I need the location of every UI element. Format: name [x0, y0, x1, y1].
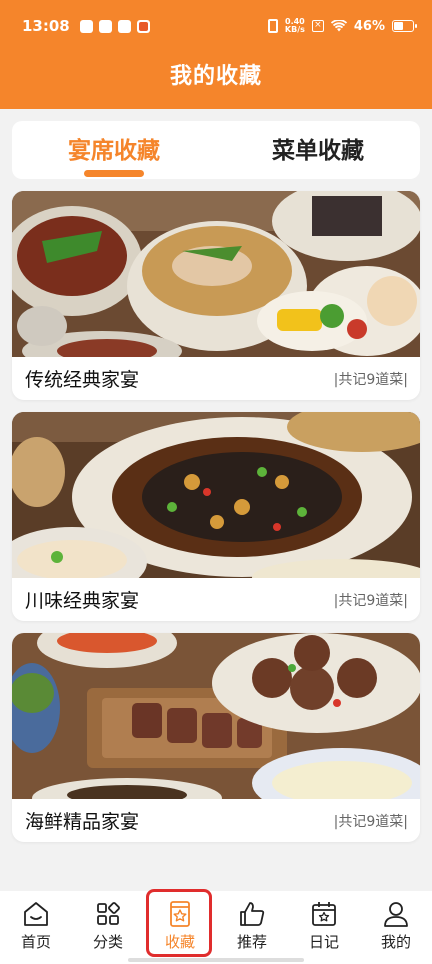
active-nav-highlight — [146, 889, 212, 957]
home-icon — [24, 902, 48, 926]
nav-profile[interactable]: 我的 — [360, 891, 432, 964]
banquet-photo — [12, 412, 420, 578]
bottom-navigation: 首页 分类 收藏 推荐 日记 我的 — [0, 891, 432, 964]
tab-menu-favorites[interactable]: 菜单收藏 — [216, 121, 420, 179]
nav-diary[interactable]: 日记 — [288, 891, 360, 964]
nav-profile-label: 我的 — [380, 933, 411, 951]
banquet-title: 海鲜精品家宴 — [25, 811, 140, 833]
user-icon — [384, 902, 408, 927]
active-tab-indicator — [84, 170, 144, 177]
grid-icon — [97, 902, 120, 925]
nav-category[interactable]: 分类 — [72, 891, 144, 964]
banquet-photo — [12, 633, 420, 799]
card-footer: 传统经典家宴 |共记9道菜| — [12, 357, 420, 400]
nav-recommend-label: 推荐 — [236, 933, 267, 951]
network-speed-unit: KB/s — [284, 25, 305, 34]
tab-banquet-favorites[interactable]: 宴席收藏 — [12, 121, 216, 179]
app-header: 13:08 0.40 KB/s × 46% 我的收藏 — [0, 0, 432, 109]
page-title: 我的收藏 — [169, 64, 262, 89]
nav-category-label: 分类 — [92, 933, 123, 951]
banquet-card-traditional[interactable]: 传统经典家宴 |共记9道菜| — [12, 191, 420, 400]
network-speed: 0.40 KB/s — [285, 18, 305, 34]
banquet-title: 传统经典家宴 — [25, 369, 140, 391]
dish-count: |共记9道菜| — [333, 592, 408, 609]
app-notification-icon — [98, 19, 112, 33]
home-indicator — [128, 958, 304, 962]
status-bar: 13:08 0.40 KB/s × 46% — [0, 0, 432, 52]
tab-banquet-favorites-label: 宴席收藏 — [68, 138, 160, 164]
tab-menu-favorites-label: 菜单收藏 — [272, 138, 364, 164]
status-time: 13:08 — [22, 17, 70, 35]
card-footer: 海鲜精品家宴 |共记9道菜| — [12, 799, 420, 842]
dish-count: |共记9道菜| — [333, 371, 408, 388]
media-notification-icon — [79, 19, 93, 33]
thumbs-up-icon — [240, 902, 265, 926]
battery-icon — [392, 20, 417, 32]
banquet-card-seafood[interactable]: 海鲜精品家宴 |共记9道菜| — [12, 633, 420, 842]
nav-diary-label: 日记 — [308, 933, 339, 951]
banquet-card-sichuan[interactable]: 川味经典家宴 |共记9道菜| — [12, 412, 420, 621]
banquet-photo — [12, 191, 420, 357]
no-sim-icon: × — [311, 20, 324, 32]
nav-home-label: 首页 — [20, 933, 51, 951]
calendar-icon — [312, 902, 336, 926]
vibrate-icon — [267, 19, 278, 33]
wifi-icon — [330, 20, 347, 32]
nav-home[interactable]: 首页 — [0, 891, 72, 964]
nav-recommend[interactable]: 推荐 — [216, 891, 288, 964]
mail-notification-icon — [117, 19, 131, 33]
dish-count: |共记9道菜| — [333, 813, 408, 830]
battery-percentage: 46% — [353, 18, 385, 34]
banquet-title: 川味经典家宴 — [25, 590, 140, 612]
favorites-tabs: 宴席收藏 菜单收藏 — [12, 121, 420, 179]
card-footer: 川味经典家宴 |共记9道菜| — [12, 578, 420, 621]
shop-notification-icon — [136, 19, 150, 33]
